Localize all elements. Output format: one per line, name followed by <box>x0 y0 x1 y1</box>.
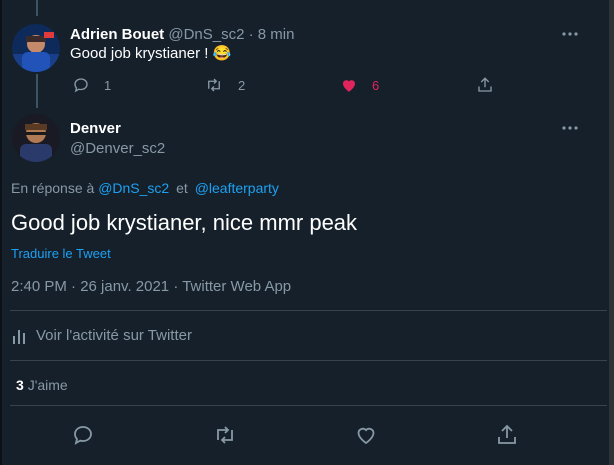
heart-filled-icon <box>343 80 355 92</box>
reply-tweet-header: Adrien Bouet @DnS_sc2 · 8 min <box>70 26 294 43</box>
reply-context: En réponse à @DnS_sc2 et @leafterparty <box>11 180 279 196</box>
retweet-icon[interactable] <box>213 423 237 447</box>
avatar-denver[interactable] <box>12 114 60 162</box>
author-handle[interactable]: @DnS_sc2 <box>168 26 244 43</box>
thread-connector <box>36 74 38 108</box>
analytics-icon <box>13 329 25 344</box>
divider <box>10 360 607 361</box>
view-activity-link[interactable]: Voir l'activité sur Twitter <box>12 327 192 344</box>
laughing-emoji: 😂 <box>212 45 232 62</box>
author-name[interactable]: Adrien Bouet <box>70 26 164 43</box>
more-options-icon[interactable] <box>560 24 580 44</box>
scrollbar-track[interactable] <box>609 0 614 465</box>
reply-icon <box>74 78 88 93</box>
reply-tweet-text: Good job krystianer ! 😂 <box>70 44 231 62</box>
reply-joiner: et <box>176 180 188 196</box>
reply-prefix: En réponse à <box>11 180 95 196</box>
share-action[interactable] <box>476 76 494 94</box>
main-tweet-text: Good job krystianer, nice mmr peak <box>11 210 358 235</box>
header-separator: · <box>248 26 254 43</box>
divider <box>10 310 607 311</box>
mention-leafterparty[interactable]: @leafterparty <box>195 180 279 196</box>
window-left-edge <box>0 0 2 465</box>
more-options-icon[interactable] <box>560 118 580 138</box>
likes-label: J'aime <box>27 377 68 393</box>
likes-summary[interactable]: 3 J'aime <box>16 377 68 393</box>
tweet-timestamp[interactable]: 2:40 PM · 26 janv. 2021 · Twitter Web Ap… <box>11 278 291 295</box>
main-author-handle[interactable]: @Denver_sc2 <box>70 140 165 157</box>
main-author-name[interactable]: Denver <box>70 120 121 138</box>
thread-connector-top <box>36 0 38 16</box>
share-icon <box>478 77 492 92</box>
retweet-icon <box>208 78 220 92</box>
like-count: 6 <box>372 77 380 93</box>
translate-link[interactable]: Traduire le Tweet <box>11 246 111 261</box>
heart-icon[interactable] <box>354 423 378 447</box>
tweet-time[interactable]: 8 min <box>258 26 295 43</box>
reply-count: 1 <box>104 77 112 93</box>
reply-action[interactable]: 1 <box>72 76 111 94</box>
mention-dns[interactable]: @DnS_sc2 <box>98 180 169 196</box>
activity-label: Voir l'activité sur Twitter <box>36 327 192 344</box>
like-action[interactable]: 6 <box>340 76 379 94</box>
tweet-text: Good job krystianer ! <box>70 45 209 62</box>
share-icon[interactable] <box>495 423 519 447</box>
divider <box>10 405 607 406</box>
reply-icon[interactable] <box>71 423 95 447</box>
avatar-adrien-bouet[interactable] <box>12 24 60 72</box>
retweet-action[interactable]: 2 <box>204 76 245 94</box>
retweet-count: 2 <box>238 77 246 93</box>
likes-count: 3 <box>16 377 24 393</box>
